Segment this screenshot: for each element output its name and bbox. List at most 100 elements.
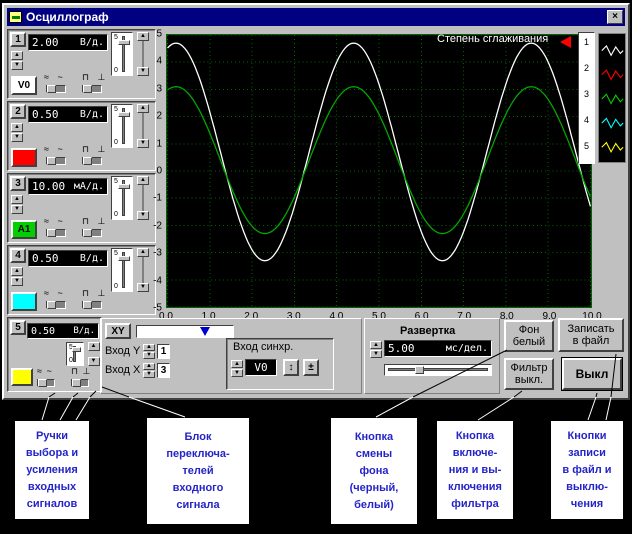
slider-thumb[interactable] xyxy=(118,40,130,45)
up-arrow-icon[interactable]: ▲ xyxy=(11,195,23,204)
switch-knob[interactable] xyxy=(47,85,56,93)
coupling-switch-2[interactable] xyxy=(82,85,102,93)
down-arrow-icon[interactable]: ▼ xyxy=(11,133,23,142)
channel-5-source-button[interactable] xyxy=(11,368,33,386)
down-arrow-icon[interactable]: ▼ xyxy=(370,350,382,358)
channel-1-stepper[interactable]: ▲ ▼ xyxy=(11,51,23,70)
switch-knob[interactable] xyxy=(38,379,47,387)
channel-3-number-button[interactable]: 3 xyxy=(10,176,26,191)
switch-knob[interactable] xyxy=(83,301,92,309)
up-arrow-icon[interactable]: ▲ xyxy=(231,360,243,368)
channel-3-source-button[interactable]: A1 xyxy=(11,220,37,239)
up-arrow-icon[interactable]: ▲ xyxy=(88,342,100,351)
sync-polarity-button[interactable]: ± xyxy=(303,359,319,376)
background-toggle-button[interactable]: Фон белый xyxy=(504,320,554,352)
smoothing-slider-pointer-icon[interactable] xyxy=(560,36,571,48)
channel-3-gain-slider[interactable]: 5 0 xyxy=(111,176,133,220)
y-tick-label: -4 xyxy=(153,275,162,286)
switch-knob[interactable] xyxy=(47,157,56,165)
switch-knob[interactable] xyxy=(47,301,56,309)
coupling-switch-2[interactable] xyxy=(82,229,102,237)
sync-edge-button[interactable]: ↕ xyxy=(283,359,299,376)
record-to-file-button[interactable]: Записать в файл xyxy=(558,318,624,352)
channel-2-scale-display: 0.50 В/д. xyxy=(28,106,108,123)
smoothing-slider-scale[interactable]: 12345 xyxy=(578,32,595,164)
input-y-stepper[interactable]: ▲ ▼ xyxy=(143,344,155,359)
channel-3-stepper[interactable]: ▲ ▼ xyxy=(11,195,23,214)
input-y-value[interactable]: 1 xyxy=(157,344,170,359)
sweep-value: 5.00 xyxy=(388,342,415,355)
close-button[interactable]: × xyxy=(607,10,623,24)
slider-thumb[interactable] xyxy=(72,347,81,352)
titlebar[interactable]: Осциллограф × xyxy=(7,8,625,26)
coupling-gnd-label: ⊓ ⊥ xyxy=(82,288,108,299)
channel-5-gain-slider[interactable]: 5 0 xyxy=(66,342,84,366)
xy-mode-button[interactable]: XY xyxy=(105,323,131,339)
record-line1: Записать xyxy=(567,323,614,335)
coupling-switch-1[interactable] xyxy=(46,229,66,237)
coupling-switch-1[interactable] xyxy=(46,157,66,165)
slider-thumb[interactable] xyxy=(118,184,130,189)
coupling-switch-2[interactable] xyxy=(71,379,89,387)
up-arrow-icon[interactable]: ▲ xyxy=(370,341,382,349)
slider-track[interactable] xyxy=(388,368,488,371)
switch-knob[interactable] xyxy=(72,379,81,387)
channel-1-gain-slider[interactable]: 5 0 xyxy=(111,32,133,76)
channel-4-gain-slider[interactable]: 5 0 xyxy=(111,248,133,292)
channel-2-stepper[interactable]: ▲ ▼ xyxy=(11,123,23,142)
channel-5-fine-stepper[interactable]: ▲ ▼ xyxy=(87,342,100,366)
power-off-button[interactable]: Выкл xyxy=(562,358,622,390)
filter-toggle-button[interactable]: Фильтр выкл. xyxy=(504,358,554,390)
switch-knob[interactable] xyxy=(83,157,92,165)
up-arrow-icon[interactable]: ▲ xyxy=(143,344,155,351)
up-arrow-icon[interactable]: ▲ xyxy=(11,51,23,60)
slider-pointer-icon[interactable] xyxy=(200,327,210,336)
sweep-slider[interactable] xyxy=(384,364,492,376)
coupling-switch-2[interactable] xyxy=(82,301,102,309)
slider-thumb[interactable] xyxy=(118,112,130,117)
channel-4-source-button[interactable] xyxy=(11,292,37,311)
channel-4-panel: 4 ▲ ▼ 0.50 В/д. 5 0 ▲ ▼ ≈ ~ ⊓ ⊥ xyxy=(7,245,156,315)
channel-1-source-button[interactable]: V0 xyxy=(11,76,37,95)
channel-4-number-button[interactable]: 4 xyxy=(10,248,26,263)
switch-knob[interactable] xyxy=(83,229,92,237)
coupling-switch-1[interactable] xyxy=(37,379,55,387)
down-arrow-icon[interactable]: ▼ xyxy=(88,357,100,366)
switch-knob[interactable] xyxy=(83,85,92,93)
channel-2-panel: 2 ▲ ▼ 0.50 В/д. 5 0 ▲ ▼ ≈ ~ ⊓ ⊥ xyxy=(7,101,156,171)
xy-position-slider[interactable] xyxy=(136,325,234,338)
channel-5-scale-display: 0.50 В/д. xyxy=(27,323,99,339)
coupling-switch-2[interactable] xyxy=(82,157,102,165)
channel-1-number-button[interactable]: 1 xyxy=(10,32,26,47)
input-x-value[interactable]: 3 xyxy=(157,363,170,378)
coupling-gnd-label: ⊓ ⊥ xyxy=(82,216,108,227)
channel-3-scale-display: 10.00 мА/д. xyxy=(28,178,108,195)
switch-knob[interactable] xyxy=(47,229,56,237)
channel-2-gain-slider[interactable]: 5 0 xyxy=(111,104,133,148)
channel-2-source-button[interactable] xyxy=(11,148,37,167)
channel-4-stepper[interactable]: ▲ ▼ xyxy=(11,267,23,286)
channel-2-number-button[interactable]: 2 xyxy=(10,104,26,119)
filter-toggle-line2: выкл. xyxy=(515,374,543,386)
down-arrow-icon[interactable]: ▼ xyxy=(143,371,155,378)
slider-thumb[interactable] xyxy=(415,366,424,374)
down-arrow-icon[interactable]: ▼ xyxy=(11,61,23,70)
up-arrow-icon[interactable]: ▲ xyxy=(11,267,23,276)
background-toggle-line1: Фон xyxy=(519,324,540,336)
sync-input-label: Вход синхр. xyxy=(233,341,293,353)
up-arrow-icon[interactable]: ▲ xyxy=(143,363,155,370)
down-arrow-icon[interactable]: ▼ xyxy=(11,277,23,286)
sync-source-stepper[interactable]: ▲ ▼ xyxy=(231,360,243,377)
input-x-stepper[interactable]: ▲ ▼ xyxy=(143,363,155,378)
sweep-stepper[interactable]: ▲ ▼ xyxy=(370,341,382,358)
y-tick-label: 0 xyxy=(156,166,162,177)
up-arrow-icon[interactable]: ▲ xyxy=(11,123,23,132)
channel-color-legend xyxy=(598,33,626,163)
down-arrow-icon[interactable]: ▼ xyxy=(143,352,155,359)
slider-thumb[interactable] xyxy=(118,256,130,261)
coupling-switch-1[interactable] xyxy=(46,85,66,93)
channel-5-number-button[interactable]: 5 xyxy=(10,320,26,335)
down-arrow-icon[interactable]: ▼ xyxy=(11,205,23,214)
coupling-switch-1[interactable] xyxy=(46,301,66,309)
down-arrow-icon[interactable]: ▼ xyxy=(231,369,243,377)
